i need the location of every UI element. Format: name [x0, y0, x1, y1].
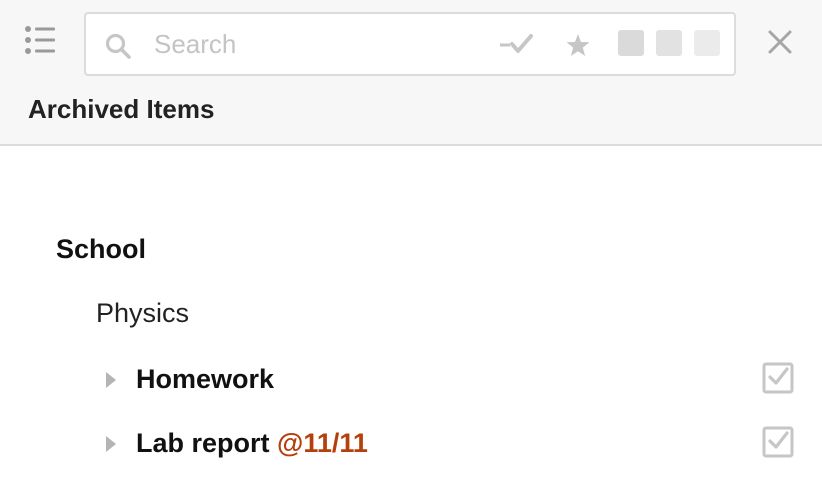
- header-bar: Archived Items: [0, 0, 822, 146]
- color-filter-2[interactable]: [656, 30, 682, 56]
- color-filter-3[interactable]: [694, 30, 720, 56]
- group-title: School: [56, 234, 147, 264]
- date-tag[interactable]: @11/11: [277, 428, 368, 458]
- menu-button[interactable]: [22, 22, 58, 58]
- checkbox-done-icon[interactable]: [762, 426, 794, 458]
- caret-right-icon[interactable]: [104, 370, 118, 390]
- list-menu-icon: [25, 26, 55, 54]
- search-box[interactable]: [84, 12, 736, 76]
- item-label: Lab report: [136, 428, 270, 458]
- archive-list: School Physics Homework Lab report @11/1…: [0, 148, 822, 490]
- subgroup-title: Physics: [96, 298, 190, 328]
- star-icon[interactable]: [564, 30, 592, 60]
- dash-check-icon[interactable]: [498, 30, 542, 60]
- item-label: Homework: [136, 364, 275, 394]
- search-input[interactable]: [154, 24, 474, 64]
- close-icon: [768, 30, 792, 54]
- search-icon: [105, 33, 131, 59]
- page-title: Archived Items: [28, 94, 215, 124]
- checkbox-done-icon[interactable]: [762, 362, 794, 394]
- list-item[interactable]: Homework: [96, 358, 816, 402]
- caret-right-icon[interactable]: [104, 434, 118, 454]
- color-filter-1[interactable]: [618, 30, 644, 56]
- close-button[interactable]: [764, 26, 796, 58]
- list-item[interactable]: Lab report @11/11: [96, 422, 816, 466]
